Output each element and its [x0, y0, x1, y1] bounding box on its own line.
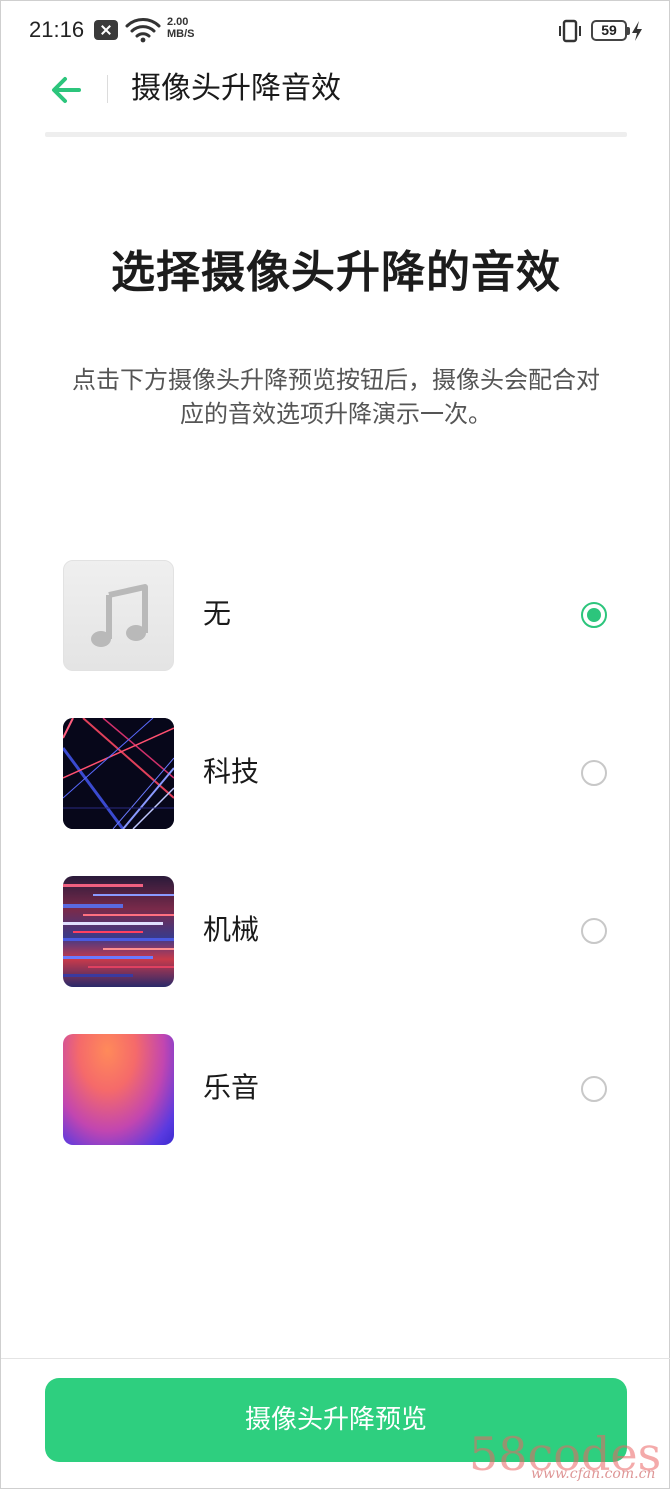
- bottom-divider: [1, 1358, 670, 1359]
- music-note-icon: [90, 583, 148, 647]
- network-speed-unit: MB/S: [167, 28, 195, 40]
- radio-button-checked[interactable]: [581, 602, 607, 628]
- radio-button[interactable]: [581, 918, 607, 944]
- network-speed-value: 2.00: [167, 16, 189, 28]
- arrow-left-icon: [52, 77, 81, 103]
- tech-artwork: [63, 718, 174, 829]
- back-button[interactable]: [41, 67, 91, 113]
- status-bar: 21:16 2.00 MB/S 59: [1, 1, 670, 61]
- header-divider: [107, 75, 108, 103]
- option-label: 无: [203, 597, 232, 630]
- battery-level: 59: [601, 22, 617, 38]
- radio-button[interactable]: [581, 760, 607, 786]
- sound-option-mechanical[interactable]: 机械: [45, 870, 635, 998]
- vibrate-icon: [559, 19, 581, 43]
- network-speed: 2.00 MB/S: [167, 16, 195, 40]
- option-thumbnail-music: [63, 1034, 174, 1145]
- status-time: 21:16: [29, 17, 85, 42]
- option-thumbnail-none: [63, 560, 174, 671]
- option-thumbnail-mechanical: [63, 876, 174, 987]
- sound-option-music[interactable]: 乐音: [45, 1028, 635, 1156]
- battery-icon: 59: [591, 20, 630, 41]
- sound-option-none[interactable]: 无: [45, 554, 635, 682]
- watermark-sub: www.cfan.com.cn: [531, 1466, 656, 1482]
- option-label: 科技: [203, 755, 260, 788]
- sound-option-tech[interactable]: 科技: [45, 712, 635, 840]
- option-thumbnail-tech: [63, 718, 174, 829]
- mechanical-artwork: [63, 884, 174, 977]
- notification-icon: [94, 20, 118, 40]
- page-title: 选择摄像头升降的音效: [111, 247, 561, 298]
- option-label: 乐音: [203, 1071, 260, 1104]
- page-description: 点击下方摄像头升降预览按钮后，摄像头会配合对应的音效选项升降演示一次。: [72, 366, 600, 428]
- header-title: 摄像头升降音效: [131, 71, 341, 106]
- option-label: 机械: [203, 913, 260, 946]
- header-separator: [45, 132, 627, 137]
- charging-icon: [632, 21, 642, 41]
- radio-button[interactable]: [581, 1076, 607, 1102]
- wifi-icon: [125, 18, 161, 43]
